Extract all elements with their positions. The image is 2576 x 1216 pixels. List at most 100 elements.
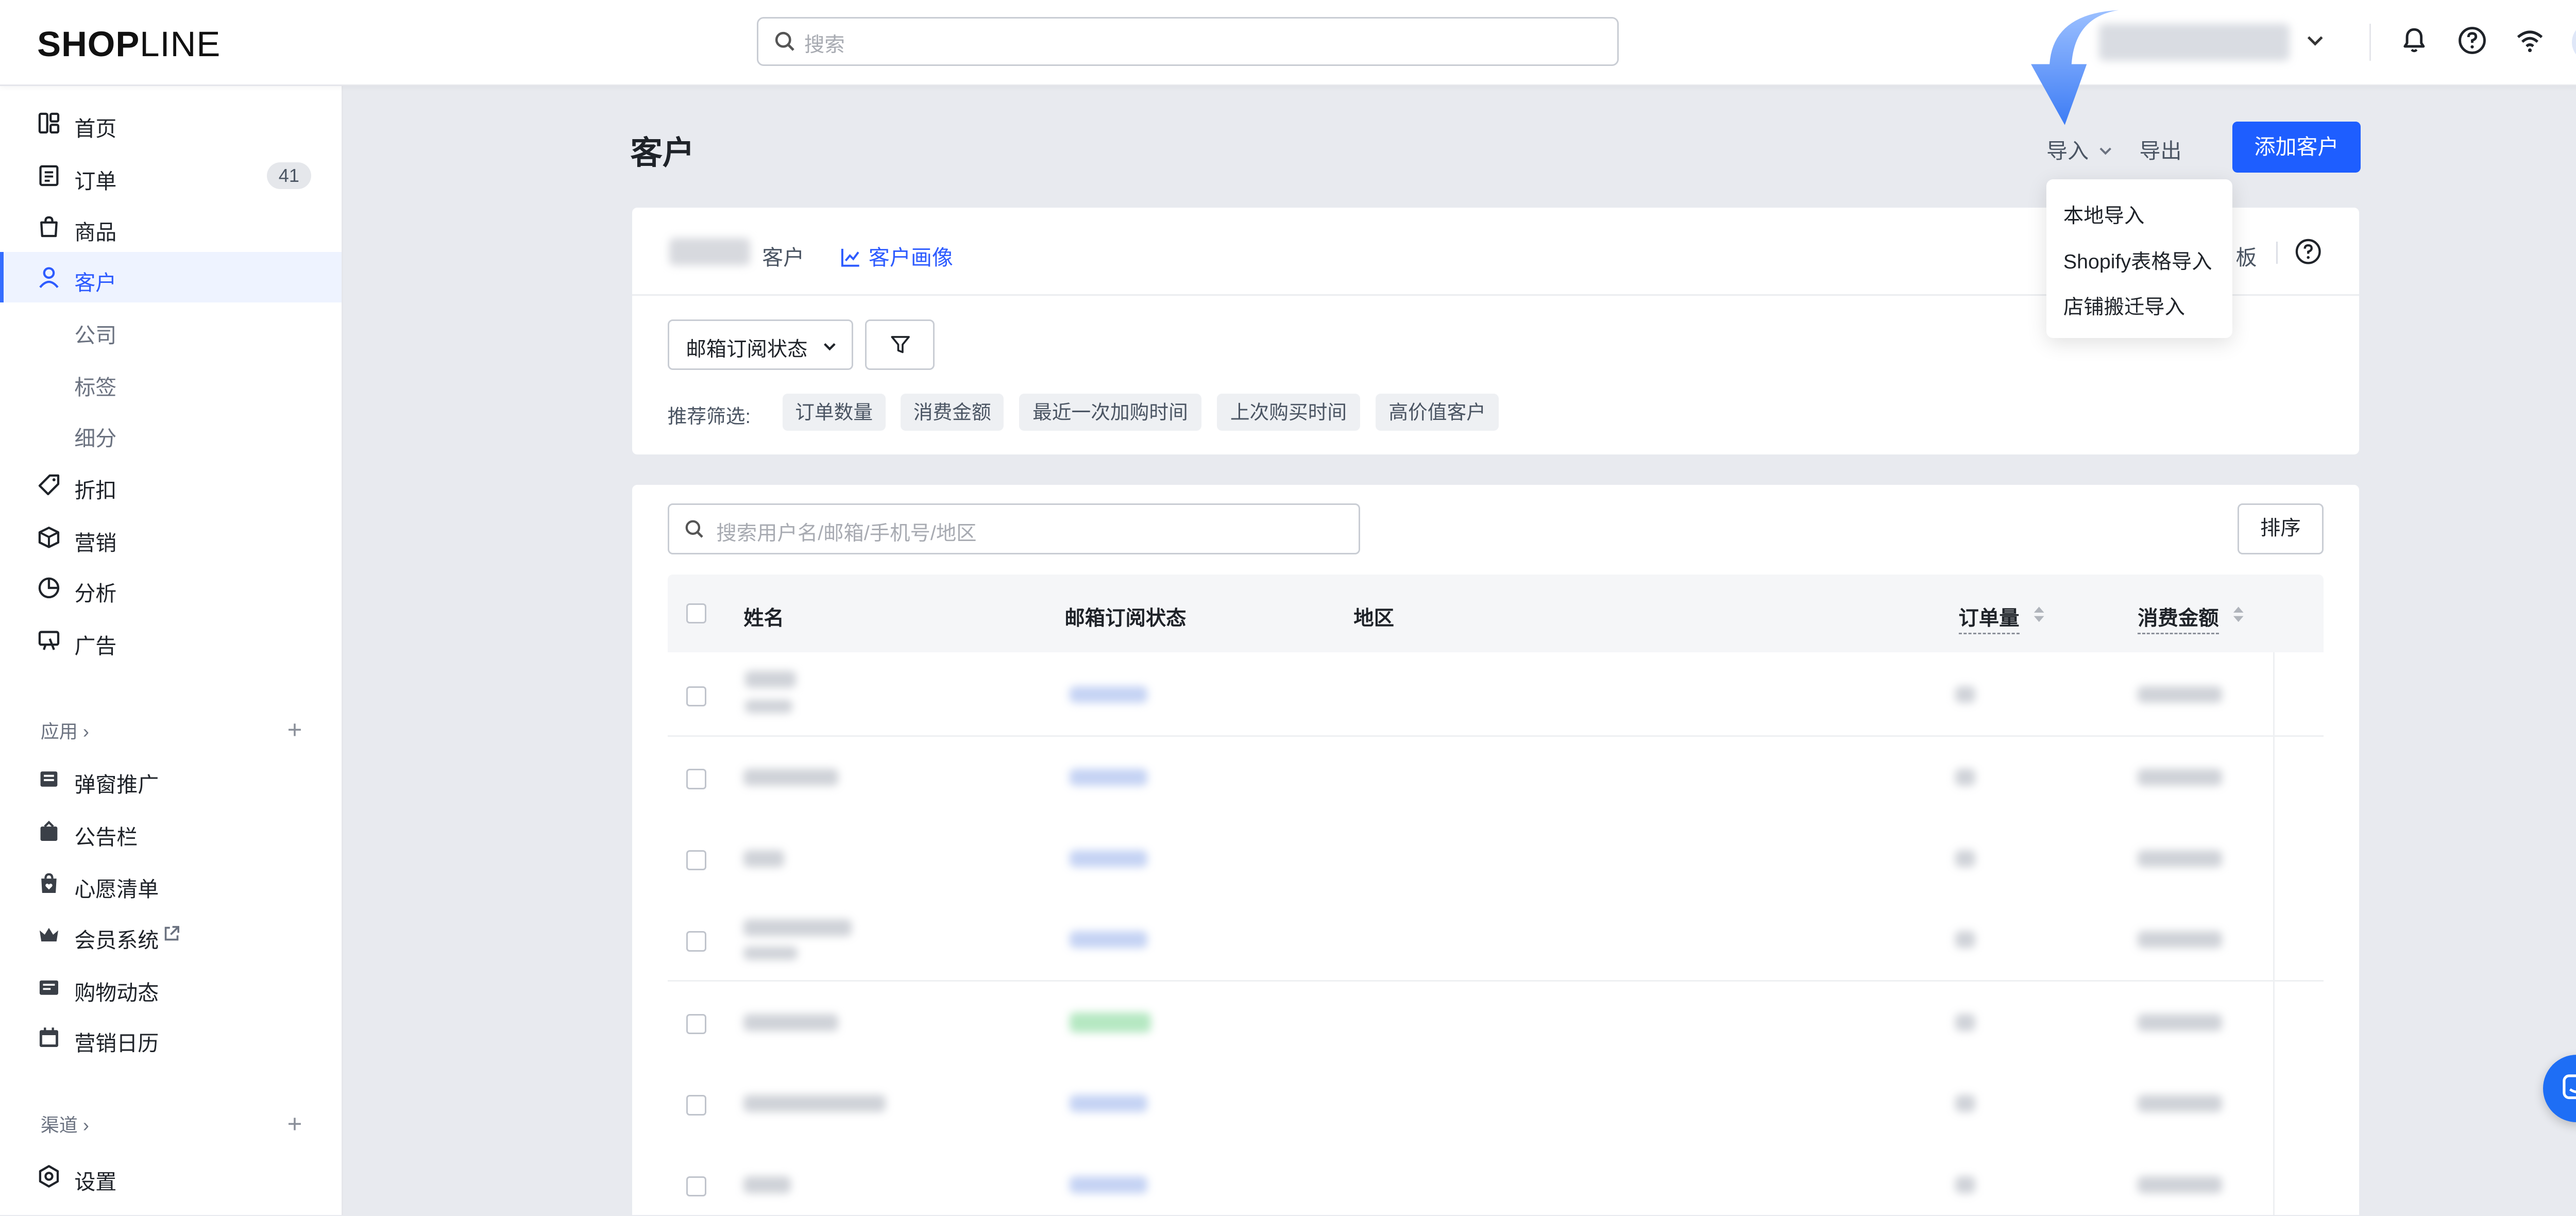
sidebar-item-ads[interactable]: 广告: [0, 615, 342, 666]
table-row[interactable]: [667, 818, 2324, 901]
sort-arrows-icon[interactable]: [2231, 603, 2246, 626]
discount-tag-icon: [38, 475, 60, 496]
table-header: 姓名 邮箱订阅状态 地区 订单量 消费金额: [667, 575, 2324, 653]
sidebar-item-settings[interactable]: 设置: [0, 1151, 342, 1202]
redacted-orders: [1955, 850, 1976, 867]
sidebar-item-orders[interactable]: 订单 41: [0, 150, 342, 201]
chevron-right-icon: ›: [82, 720, 89, 742]
sidebar-item-customers[interactable]: 客户: [0, 251, 342, 303]
sidebar-item-home[interactable]: 首页: [0, 98, 342, 148]
email-subscription-select[interactable]: 邮箱订阅状态: [667, 319, 854, 370]
table-row[interactable]: [667, 654, 2324, 737]
row-checkbox[interactable]: [686, 1014, 707, 1035]
table-row[interactable]: [667, 1063, 2324, 1146]
column-header-orders[interactable]: 订单量: [1958, 602, 2020, 634]
support-chat-button[interactable]: [2543, 1054, 2576, 1122]
table-row[interactable]: [667, 982, 2324, 1065]
sidebar-item-popup-promo[interactable]: 弹窗推广: [0, 754, 342, 804]
global-search-input[interactable]: 搜索: [757, 16, 1619, 66]
sidebar-item-label: 心愿清单: [74, 877, 159, 902]
redacted-name: [743, 1176, 791, 1193]
channels-section-header[interactable]: 渠道 ›: [41, 1110, 89, 1137]
export-button[interactable]: 导出: [2139, 133, 2181, 164]
row-checkbox[interactable]: [686, 850, 707, 871]
sidebar-item-shopping-feed[interactable]: 购物动态: [0, 961, 342, 1012]
sidebar-item-marketing[interactable]: 营销: [0, 512, 342, 563]
row-checkbox[interactable]: [686, 1176, 707, 1197]
sidebar-item-discounts[interactable]: 折扣: [0, 460, 342, 510]
table-row[interactable]: [667, 737, 2324, 820]
home-icon: [38, 113, 60, 134]
customer-search-input[interactable]: 搜索用户名/邮箱/手机号/地区: [667, 503, 1361, 554]
avatar[interactable]: [2572, 22, 2576, 63]
redacted-contact: [743, 946, 798, 960]
chevron-right-icon: ›: [82, 1114, 89, 1136]
menu-item-shopify-import[interactable]: Shopify表格导入: [2063, 245, 2212, 275]
filter-chip-spent[interactable]: 消费金额: [901, 394, 1004, 431]
menu-item-store-migration-import[interactable]: 店铺搬迁导入: [2063, 291, 2185, 320]
sidebar-item-announcement[interactable]: 公告栏: [0, 806, 342, 857]
chevron-down-icon[interactable]: [2305, 30, 2325, 50]
sidebar-item-label: 营销日历: [74, 1031, 159, 1055]
sidebar-item-label: 公告栏: [74, 825, 138, 849]
announcement-icon: [40, 820, 58, 841]
filter-button[interactable]: [865, 319, 935, 370]
redacted-name: [743, 850, 784, 867]
filter-chip-last-cart[interactable]: 最近一次加购时间: [1019, 394, 1202, 431]
filter-chip-high-value[interactable]: 高价值客户: [1375, 394, 1499, 431]
select-all-checkbox[interactable]: [686, 603, 707, 624]
sidebar-item-label: 客户: [74, 271, 117, 295]
row-checkbox[interactable]: [686, 686, 707, 707]
redacted-email-status: [1070, 850, 1148, 867]
add-app-plus-icon[interactable]: +: [287, 717, 302, 742]
help-circle-icon[interactable]: [2295, 238, 2321, 265]
add-channel-plus-icon[interactable]: +: [287, 1111, 302, 1136]
redacted-name: [743, 1095, 886, 1112]
divider: [2276, 242, 2278, 264]
chevron-down-icon: [2099, 147, 2112, 155]
sidebar-item-wishlist[interactable]: 心愿清单: [0, 858, 342, 909]
help-circle-icon[interactable]: [2457, 25, 2487, 56]
apps-section-header[interactable]: 应用 ›: [41, 717, 89, 744]
sort-arrows-icon[interactable]: [2031, 603, 2047, 626]
redacted-orders: [1955, 686, 1976, 703]
row-checkbox[interactable]: [686, 1095, 707, 1116]
pointer-arrow-icon: [2031, 10, 2120, 125]
row-checkbox[interactable]: [686, 769, 707, 789]
search-icon: [775, 31, 794, 51]
redacted-email-status: [1070, 1176, 1148, 1193]
sidebar-item-tags[interactable]: 标签: [0, 357, 342, 407]
column-header-spent[interactable]: 消费金额: [2138, 602, 2219, 634]
sidebar-item-segments[interactable]: 细分: [0, 407, 342, 458]
menu-item-local-import[interactable]: 本地导入: [2063, 199, 2144, 229]
column-header-name: 姓名: [743, 606, 784, 630]
redacted-email-status: [1070, 1095, 1148, 1112]
wifi-icon[interactable]: [2515, 25, 2545, 56]
external-link-icon: [164, 926, 179, 941]
bell-icon[interactable]: [2400, 25, 2429, 56]
sidebar-item-marketing-calendar[interactable]: 营销日历: [0, 1012, 342, 1063]
redacted-spent: [2138, 769, 2223, 786]
sidebar-item-analytics[interactable]: 分析: [0, 563, 342, 613]
sidebar-item-products[interactable]: 商品: [0, 201, 342, 251]
customer-portrait-link[interactable]: 客户画像: [840, 240, 953, 271]
product-bag-icon: [40, 216, 58, 237]
column-divider: [2273, 652, 2275, 1215]
table-row[interactable]: [667, 899, 2324, 982]
table-row[interactable]: [667, 1144, 2324, 1215]
search-icon: [685, 520, 703, 538]
add-customer-button[interactable]: 添加客户: [2232, 122, 2361, 173]
recommended-filter-label: 推荐筛选:: [667, 406, 751, 428]
sidebar-item-label: 折扣: [74, 479, 117, 503]
sidebar-item-label: 首页: [74, 117, 117, 141]
filter-chip-order-count[interactable]: 订单数量: [782, 394, 886, 431]
import-button[interactable]: 导入: [2046, 133, 2113, 164]
sidebar-item-companies[interactable]: 公司: [0, 304, 342, 354]
filter-chip-last-purchase[interactable]: 上次购买时间: [1216, 394, 1361, 431]
row-checkbox[interactable]: [686, 931, 707, 952]
template-link[interactable]: 板: [2235, 240, 2257, 271]
column-header-region: 地区: [1353, 606, 1394, 630]
sidebar-item-membership[interactable]: 会员系统: [0, 909, 342, 960]
sort-button[interactable]: 排序: [2237, 503, 2324, 554]
shopline-logo[interactable]: SHOPLINE: [37, 24, 221, 64]
